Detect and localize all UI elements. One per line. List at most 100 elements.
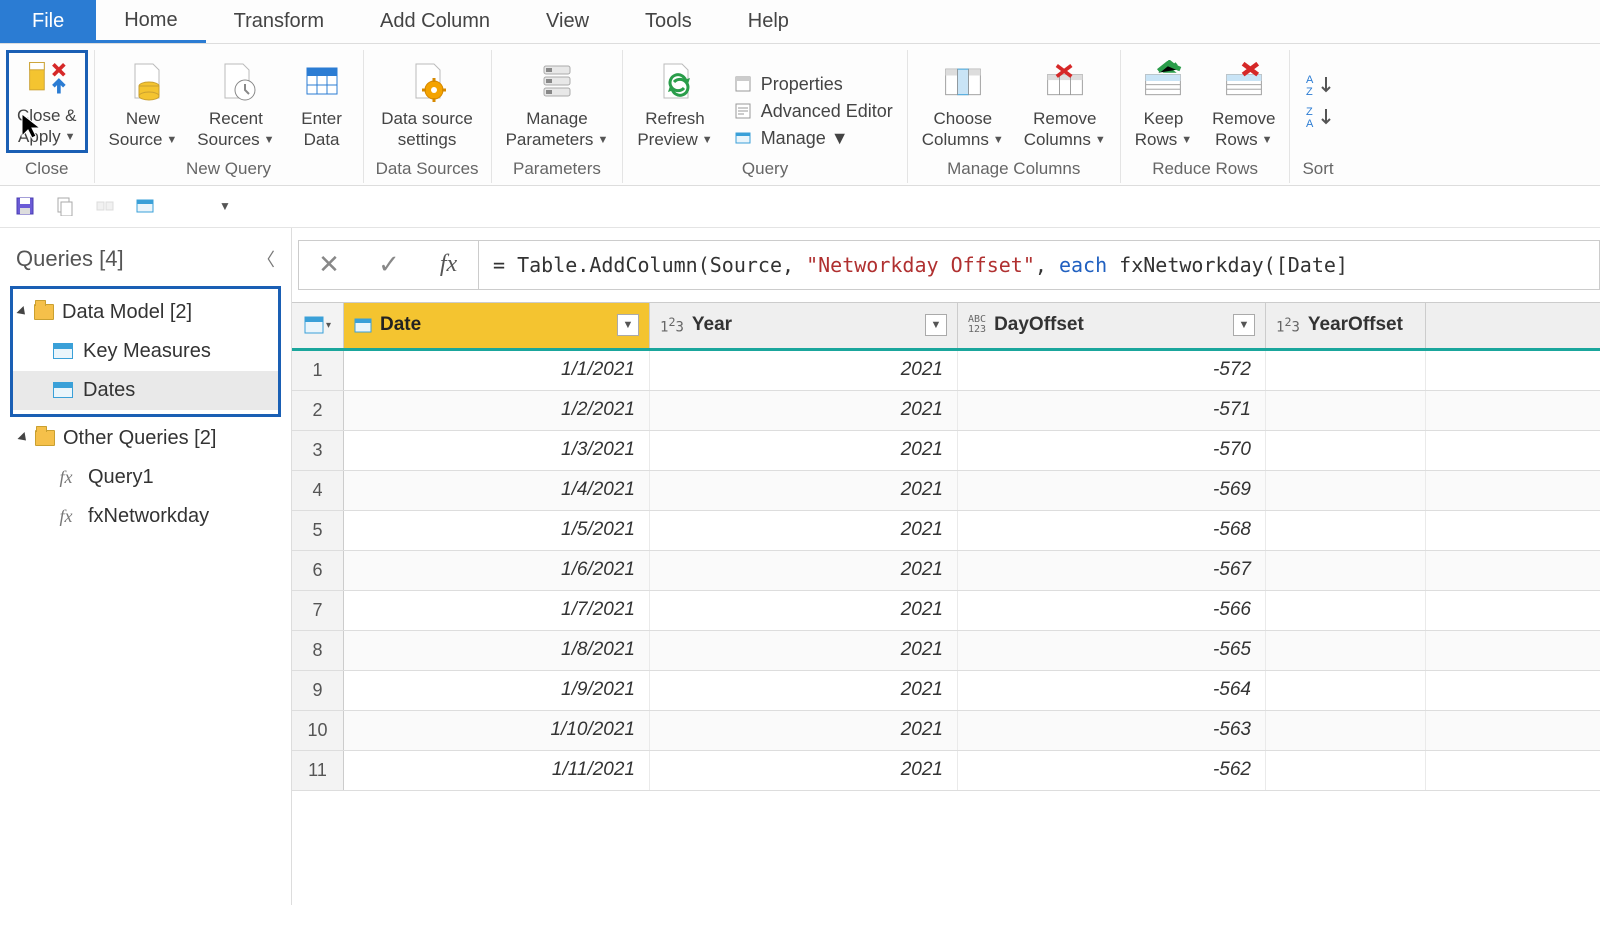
cell[interactable]: 2021 (650, 551, 958, 590)
query-item[interactable]: Dates (13, 371, 278, 410)
cell[interactable]: 1/6/2021 (344, 551, 650, 590)
properties-button[interactable]: Properties (733, 74, 843, 95)
save-icon[interactable] (14, 195, 36, 217)
cell[interactable] (1266, 591, 1426, 630)
remove-rows-button[interactable]: RemoveRows▼ (1204, 56, 1283, 153)
query-item[interactable]: fxQuery1 (14, 458, 281, 497)
cell[interactable] (1266, 631, 1426, 670)
table-row[interactable]: 41/4/20212021-569 (292, 471, 1600, 511)
cell[interactable]: 2021 (650, 471, 958, 510)
column-header-dayoffset[interactable]: ABC123DayOffset▼ (958, 303, 1266, 348)
table-row[interactable]: 101/10/20212021-563 (292, 711, 1600, 751)
cell[interactable]: -563 (958, 711, 1266, 750)
cell[interactable] (1266, 431, 1426, 470)
enter-data-button[interactable]: EnterData (287, 56, 357, 153)
qa-icon-3[interactable] (94, 195, 116, 217)
close-apply-button[interactable]: Close &Apply▼ (6, 50, 88, 153)
sort-asc-button[interactable]: AZ (1306, 73, 1336, 97)
recent-sources-button[interactable]: RecentSources▼ (189, 56, 282, 153)
table-row[interactable]: 71/7/20212021-566 (292, 591, 1600, 631)
cell[interactable]: 2021 (650, 351, 958, 390)
menu-tab-view[interactable]: View (518, 0, 617, 43)
cell[interactable]: -568 (958, 511, 1266, 550)
cell[interactable]: 1/7/2021 (344, 591, 650, 630)
cell[interactable]: 1/4/2021 (344, 471, 650, 510)
menu-tab-transform[interactable]: Transform (206, 0, 352, 43)
cell[interactable]: 1/3/2021 (344, 431, 650, 470)
cell[interactable]: 2021 (650, 431, 958, 470)
refresh-preview-button[interactable]: RefreshPreview▼ (629, 56, 720, 153)
manage-parameters-button[interactable]: ManageParameters▼ (498, 56, 617, 153)
table-row[interactable]: 61/6/20212021-567 (292, 551, 1600, 591)
cell[interactable] (1266, 751, 1426, 790)
cell[interactable]: -562 (958, 751, 1266, 790)
menu-tab-add-column[interactable]: Add Column (352, 0, 518, 43)
cell[interactable] (1266, 671, 1426, 710)
qa-icon-4[interactable] (134, 195, 156, 217)
query-group-row[interactable]: Data Model [2] (13, 293, 278, 332)
cell[interactable] (1266, 351, 1426, 390)
column-filter-button[interactable]: ▼ (1233, 314, 1255, 336)
menu-tab-help[interactable]: Help (720, 0, 817, 43)
new-source-button[interactable]: NewSource▼ (101, 56, 186, 153)
query-group-row[interactable]: Other Queries [2] (14, 419, 281, 458)
cell[interactable]: -565 (958, 631, 1266, 670)
formula-cancel-button[interactable]: ✕ (299, 241, 359, 289)
advanced-editor-button[interactable]: Advanced Editor (733, 101, 893, 122)
cell[interactable] (1266, 471, 1426, 510)
table-row[interactable]: 91/9/20212021-564 (292, 671, 1600, 711)
menu-tab-tools[interactable]: Tools (617, 0, 720, 43)
formula-fx-button[interactable]: fx (419, 241, 479, 289)
table-row[interactable]: 111/11/20212021-562 (292, 751, 1600, 791)
table-row[interactable]: 21/2/20212021-571 (292, 391, 1600, 431)
cell[interactable]: 1/5/2021 (344, 511, 650, 550)
cell[interactable]: 1/10/2021 (344, 711, 650, 750)
column-filter-button[interactable]: ▼ (617, 314, 639, 336)
formula-text[interactable]: = Table.AddColumn(Source, "Networkday Of… (479, 253, 1599, 277)
grid-corner-button[interactable]: ▾ (292, 303, 344, 348)
cell[interactable]: 2021 (650, 631, 958, 670)
cell[interactable]: 2021 (650, 511, 958, 550)
cell[interactable]: 2021 (650, 671, 958, 710)
cell[interactable] (1266, 711, 1426, 750)
remove-columns-button[interactable]: RemoveColumns▼ (1016, 56, 1114, 153)
cell[interactable]: -567 (958, 551, 1266, 590)
cell[interactable]: 2021 (650, 711, 958, 750)
choose-columns-button[interactable]: ChooseColumns▼ (914, 56, 1012, 153)
cell[interactable]: 1/9/2021 (344, 671, 650, 710)
cell[interactable]: 2021 (650, 391, 958, 430)
keep-rows-button[interactable]: KeepRows▼ (1127, 56, 1200, 153)
data-source-settings-button[interactable]: Data sourcesettings (373, 56, 481, 153)
query-item[interactable]: fxfxNetworkday (14, 497, 281, 536)
cell[interactable]: 1/11/2021 (344, 751, 650, 790)
cell[interactable]: -564 (958, 671, 1266, 710)
cell[interactable]: 1/1/2021 (344, 351, 650, 390)
cell[interactable] (1266, 511, 1426, 550)
table-row[interactable]: 51/5/20212021-568 (292, 511, 1600, 551)
cell[interactable]: 2021 (650, 751, 958, 790)
sort-desc-button[interactable]: ZA (1306, 105, 1336, 129)
cell[interactable]: -571 (958, 391, 1266, 430)
table-row[interactable]: 31/3/20212021-570 (292, 431, 1600, 471)
manage-button[interactable]: Manage ▼ (733, 128, 849, 149)
column-header-date[interactable]: Date▼ (344, 303, 650, 348)
cell[interactable]: -569 (958, 471, 1266, 510)
cell[interactable]: 2021 (650, 591, 958, 630)
cell[interactable]: -566 (958, 591, 1266, 630)
column-header-year[interactable]: 123Year▼ (650, 303, 958, 348)
qa-icon-2[interactable] (54, 195, 76, 217)
cell[interactable]: 1/2/2021 (344, 391, 650, 430)
cell[interactable] (1266, 391, 1426, 430)
qa-more-icon[interactable]: ▼ (214, 195, 236, 217)
column-filter-button[interactable]: ▼ (925, 314, 947, 336)
menu-tab-home[interactable]: Home (96, 0, 205, 43)
column-header-yearoffset[interactable]: 123YearOffset (1266, 303, 1426, 348)
queries-collapse-icon[interactable]: 〈 (257, 246, 275, 272)
cell[interactable]: -570 (958, 431, 1266, 470)
table-row[interactable]: 81/8/20212021-565 (292, 631, 1600, 671)
cell[interactable] (1266, 551, 1426, 590)
cell[interactable]: -572 (958, 351, 1266, 390)
menu-tab-file[interactable]: File (0, 0, 96, 43)
cell[interactable]: 1/8/2021 (344, 631, 650, 670)
query-item[interactable]: Key Measures (13, 332, 278, 371)
